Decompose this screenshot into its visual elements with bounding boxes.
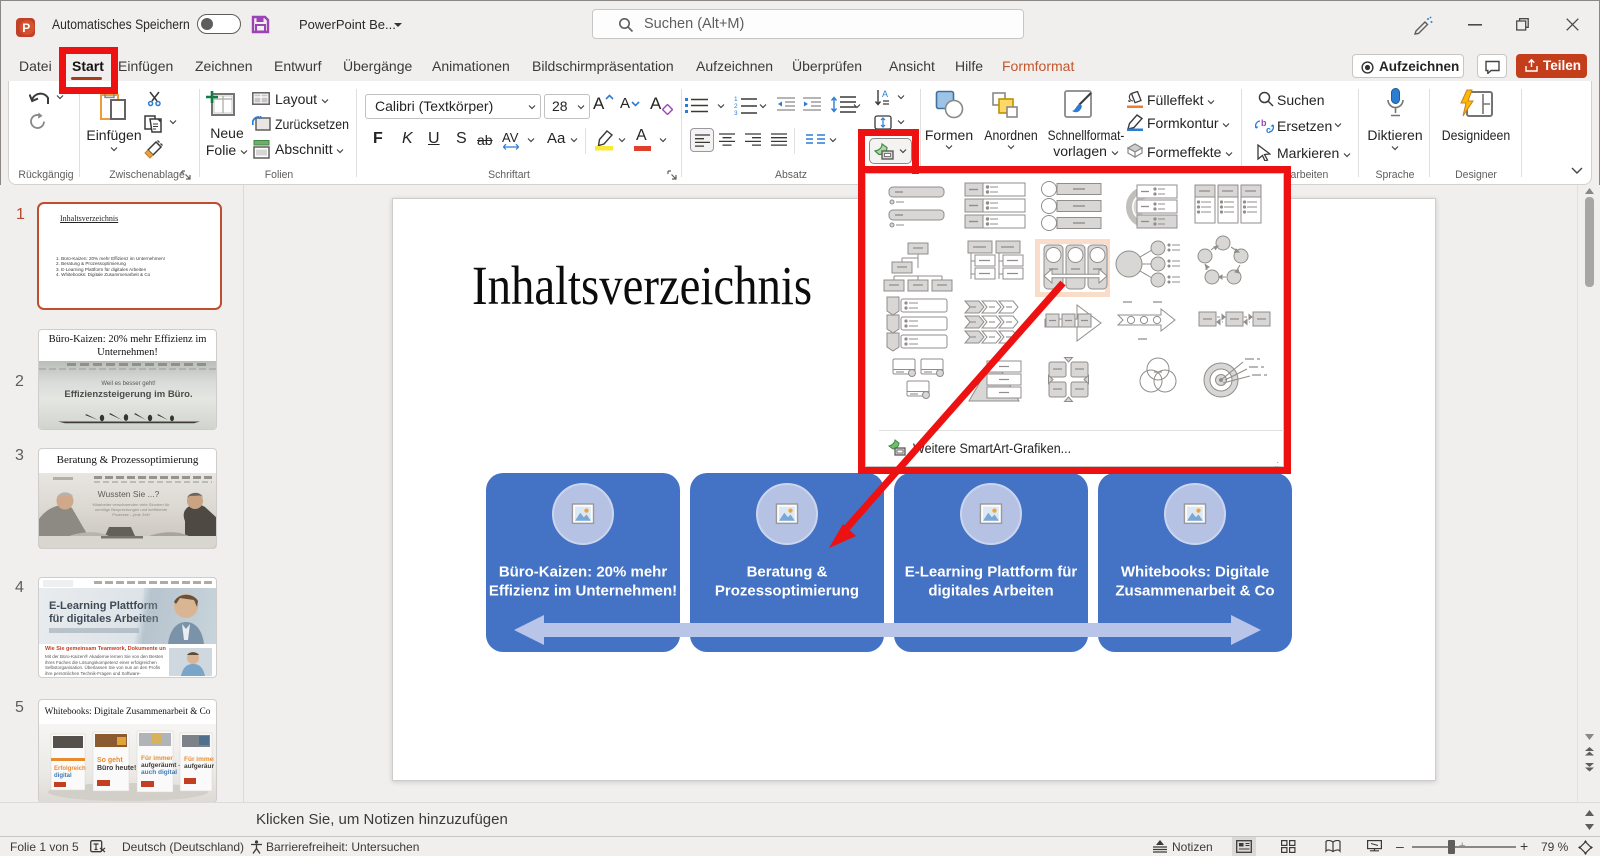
svg-text:Büro heute!: Büro heute! — [97, 765, 136, 772]
svg-text:Zusammenarbeit & Co: Zusammenarbeit & Co — [1115, 583, 1274, 600]
svg-text:E-Learning Plattform für: E-Learning Plattform für — [905, 564, 1078, 581]
svg-text:1: 1 — [734, 96, 738, 103]
svg-text:Prozessoptimierung: Prozessoptimierung — [715, 583, 859, 600]
svg-text:A: A — [882, 89, 888, 99]
svg-text:c: c — [1266, 125, 1271, 135]
svg-text:Erfolgreich: Erfolgreich — [54, 766, 86, 772]
svg-text:aufgeräumt: aufgeräumt — [184, 763, 214, 770]
svg-text:Beratung &: Beratung & — [747, 564, 828, 581]
svg-text:aufgeräumt –: aufgeräumt – — [141, 762, 182, 769]
svg-text:2: 2 — [734, 103, 738, 110]
svg-text:P: P — [22, 21, 30, 35]
svg-text:Whitebooks: Digitale: Whitebooks: Digitale — [1121, 564, 1269, 581]
svg-text:Effizienz im Unternehmen!: Effizienz im Unternehmen! — [489, 583, 677, 600]
svg-text:3: 3 — [734, 110, 738, 115]
svg-text:digital: digital — [54, 773, 72, 779]
svg-text:Für immer: Für immer — [184, 756, 214, 763]
svg-text:Büro-Kaizen: 20% mehr: Büro-Kaizen: 20% mehr — [499, 564, 668, 581]
svg-text:So geht: So geht — [97, 757, 123, 764]
svg-text:Für immer: Für immer — [141, 755, 173, 762]
svg-text:auch digital: auch digital — [141, 769, 177, 776]
svg-text:digitales Arbeiten: digitales Arbeiten — [928, 583, 1053, 600]
